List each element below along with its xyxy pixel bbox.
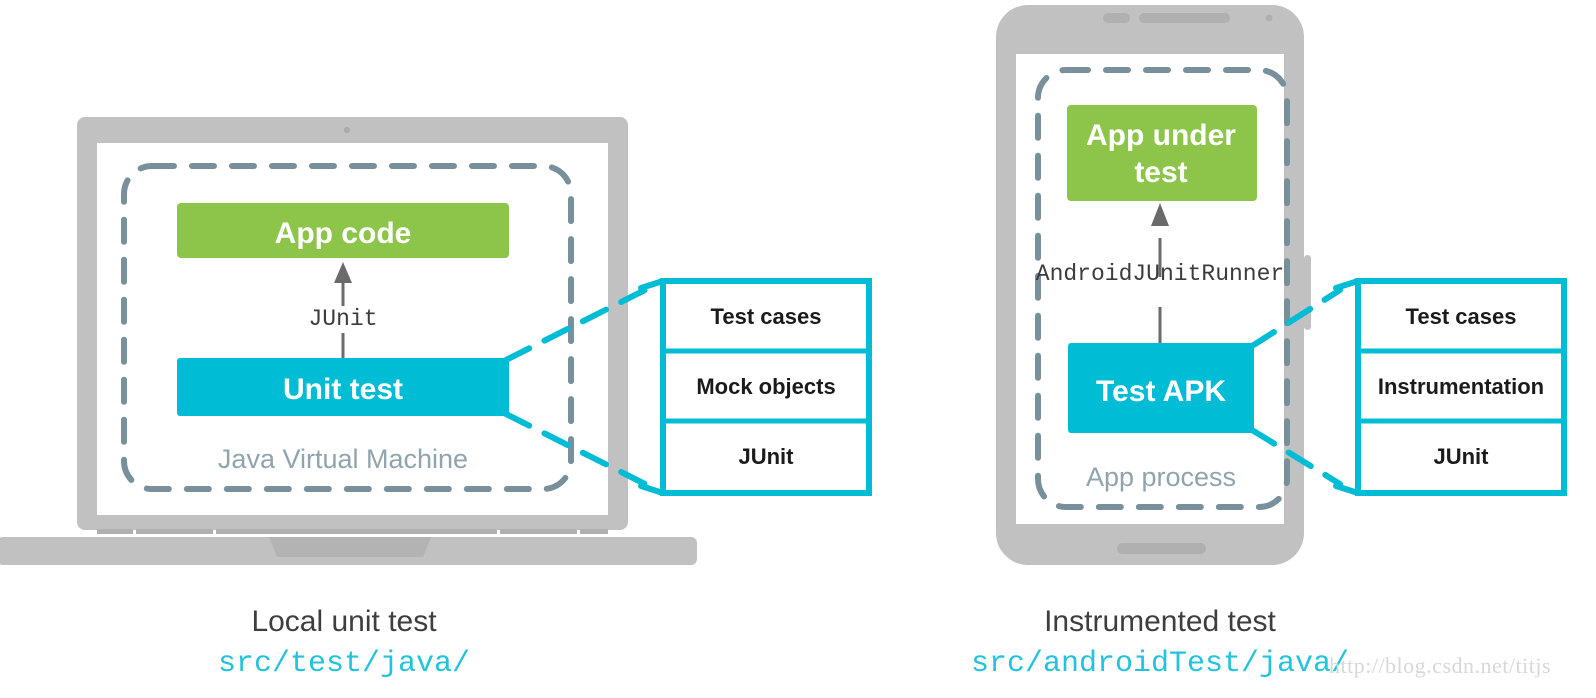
androidjunitrunner-arrow-label: AndroidJUnitRunner — [1035, 261, 1285, 287]
right-callout-item-0: Test cases — [1405, 304, 1517, 329]
laptop-device — [0, 117, 697, 565]
diagram-canvas: App code JUnit Unit test Java Virtual Ma… — [0, 0, 1596, 698]
right-callout-bracket — [1333, 278, 1361, 496]
app-under-test-box-label-line2: test — [1134, 156, 1188, 189]
left-callout-bracket — [638, 278, 666, 496]
app-process-container-label: App process — [1085, 462, 1237, 492]
watermark-text: http://blog.csdn.net/titjs — [1329, 653, 1551, 678]
laptop-camera-icon — [343, 126, 351, 134]
right-caption-title: Instrumented test — [1044, 605, 1276, 638]
app-code-box-label: App code — [274, 217, 412, 250]
jvm-container-label: Java Virtual Machine — [217, 444, 469, 474]
laptop-keyboard-strip — [97, 529, 608, 534]
test-apk-box-label: Test APK — [1095, 375, 1227, 408]
diagram-graphics — [0, 5, 1567, 565]
phone-sensor-icon — [1103, 13, 1130, 23]
laptop-notch — [269, 537, 431, 557]
junit-arrow-label: JUnit — [308, 306, 378, 332]
phone-speaker-icon — [1139, 13, 1230, 23]
phone-camera-icon — [1265, 14, 1273, 22]
left-callout-item-0: Test cases — [710, 304, 822, 329]
unit-test-box-label: Unit test — [283, 373, 403, 406]
left-callout-item-1: Mock objects — [696, 374, 836, 399]
right-callout-item-1: Instrumentation — [1377, 374, 1545, 399]
right-callout-item-2: JUnit — [1433, 444, 1489, 469]
app-under-test-box-label-line1: App under — [1086, 119, 1236, 152]
left-caption-title: Local unit test — [251, 605, 437, 638]
left-caption-path: src/test/java/ — [217, 647, 471, 681]
phone-bottom-speaker-icon — [1117, 543, 1206, 554]
left-callout-item-2: JUnit — [738, 444, 794, 469]
